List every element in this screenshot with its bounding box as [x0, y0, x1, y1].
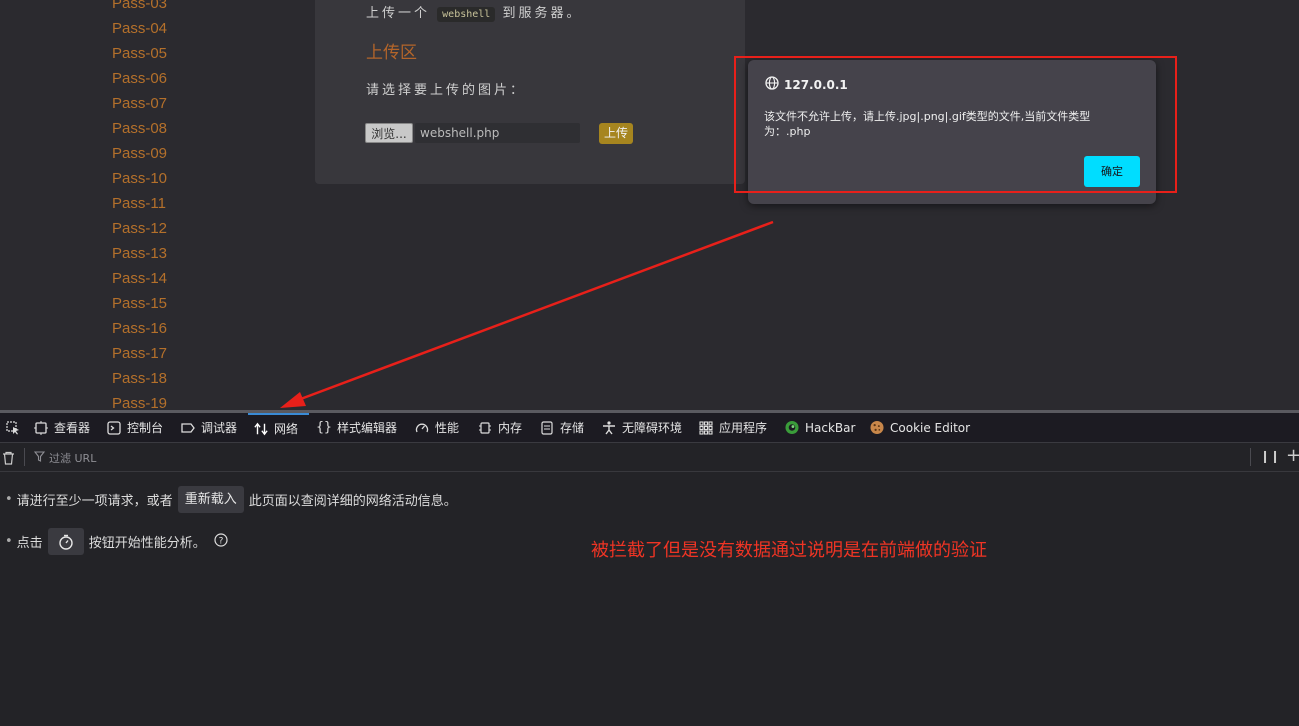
bullet: • — [5, 492, 13, 507]
filter-url-input[interactable]: 过滤 URL — [33, 450, 97, 466]
tab-label: 无障碍环境 — [622, 421, 683, 435]
pass-link[interactable]: Pass-03 — [112, 0, 167, 16]
network-arrows-icon — [254, 422, 268, 436]
tab-application[interactable]: 应用程序 — [693, 413, 773, 442]
task-description: 上传一个 webshell 到服务器。 — [366, 2, 583, 22]
filter-placeholder: 过滤 URL — [49, 452, 97, 465]
stopwatch-icon — [58, 534, 74, 550]
tab-label: HackBar — [805, 420, 856, 435]
reload-hint: • 请进行至少一项请求，或者 重新载入 此页面以查阅详细的网络活动信息。 — [5, 486, 457, 513]
tab-hackbar[interactable]: HackBar — [779, 413, 861, 442]
gauge-icon — [415, 421, 429, 435]
performance-hint: • 点击 按钮开始性能分析。 ? — [5, 528, 228, 555]
debugger-icon — [181, 421, 195, 435]
pass-link[interactable]: Pass-14 — [112, 266, 167, 291]
trash-icon[interactable] — [2, 450, 15, 469]
tab-label: 性能 — [435, 421, 460, 435]
accessibility-person-icon — [602, 420, 616, 435]
hackbar-logo-icon — [785, 420, 799, 435]
plus-icon[interactable]: + — [1286, 445, 1299, 466]
pass-link[interactable]: Pass-11 — [112, 191, 167, 216]
hint2-prefix: 点击 — [16, 536, 43, 551]
tab-label: 查看器 — [54, 421, 91, 435]
storage-icon — [540, 420, 554, 435]
hint1-suffix: 此页面以查阅详细的网络活动信息。 — [248, 494, 457, 509]
tab-accessibility[interactable]: 无障碍环境 — [596, 413, 688, 442]
upload-panel: 上传一个 webshell 到服务器。 上传区 请选择要上传的图片： 浏览...… — [315, 0, 745, 184]
alert-origin: 127.0.0.1 — [765, 76, 848, 93]
web-page: Pass-03 Pass-04 Pass-05 Pass-06 Pass-07 … — [0, 0, 1299, 412]
pass-link[interactable]: Pass-08 — [112, 116, 167, 141]
alert-message: 该文件不允许上传，请上传.jpg|.png|.gif类型的文件,当前文件类型为：… — [764, 110, 1091, 138]
pass-link[interactable]: Pass-06 — [112, 66, 167, 91]
tab-label: Cookie Editor — [890, 420, 971, 435]
divider — [1250, 448, 1251, 466]
intro-prefix: 上传一个 — [366, 6, 431, 21]
pass-sidebar: Pass-03 Pass-04 Pass-05 Pass-06 Pass-07 … — [112, 0, 167, 416]
browse-button[interactable]: 浏览... — [365, 123, 413, 143]
network-panel: • 请进行至少一项请求，或者 重新载入 此页面以查阅详细的网络活动信息。 • 点… — [0, 472, 1299, 726]
hint1-prefix: 请进行至少一项请求，或者 — [16, 494, 173, 509]
devtools-toolbar: 查看器 控制台 调试器 网络 {} 样式编辑器 性能 内存 存储 无障碍环境 应… — [0, 413, 1299, 443]
pass-link[interactable]: Pass-04 — [112, 16, 167, 41]
braces-icon: {} — [316, 420, 332, 435]
tab-label: 调试器 — [201, 421, 238, 435]
tab-performance[interactable]: 性能 — [409, 413, 465, 442]
tab-label: 应用程序 — [719, 421, 768, 435]
tab-memory[interactable]: 内存 — [472, 413, 528, 442]
pass-link[interactable]: Pass-12 — [112, 216, 167, 241]
tab-network[interactable]: 网络 — [248, 413, 309, 442]
tab-label: 存储 — [560, 421, 585, 435]
pass-link[interactable]: Pass-18 — [112, 366, 167, 391]
help-icon[interactable]: ? — [214, 532, 228, 551]
bullet: • — [5, 534, 13, 549]
annotation-text: 被拦截了但是没有数据通过说明是在前端做的验证 — [591, 540, 987, 561]
upload-section-title: 上传区 — [366, 43, 417, 63]
pass-link[interactable]: Pass-05 — [112, 41, 167, 66]
grid-apps-icon — [699, 420, 713, 435]
tab-label: 网络 — [274, 422, 299, 436]
element-picker-button[interactable] — [0, 413, 26, 442]
stopwatch-button[interactable] — [47, 528, 84, 555]
pass-link[interactable]: Pass-13 — [112, 241, 167, 266]
pass-link[interactable]: Pass-17 — [112, 341, 167, 366]
globe-icon — [765, 76, 779, 93]
hint2-suffix: 按钮开始性能分析。 — [88, 536, 206, 551]
console-icon — [107, 420, 121, 435]
tab-label: 样式编辑器 — [337, 421, 398, 435]
inspector-icon — [34, 420, 48, 435]
divider — [24, 448, 25, 466]
tab-label: 控制台 — [127, 421, 164, 435]
tab-inspector[interactable]: 查看器 — [28, 413, 96, 442]
tab-storage[interactable]: 存储 — [534, 413, 590, 442]
reload-button[interactable]: 重新载入 — [177, 486, 244, 513]
pause-icon[interactable]: ❙❙ — [1260, 449, 1280, 463]
intro-suffix: 到服务器。 — [502, 6, 583, 21]
pass-link[interactable]: Pass-09 — [112, 141, 167, 166]
cookie-icon — [870, 420, 884, 435]
tab-label: 内存 — [498, 421, 523, 435]
intro-code: webshell — [437, 7, 496, 22]
svg-text:?: ? — [218, 536, 223, 546]
tab-cookie-editor[interactable]: Cookie Editor — [864, 413, 976, 442]
picker-cursor-icon — [6, 420, 20, 435]
memory-chip-icon — [478, 421, 492, 435]
tab-console[interactable]: 控制台 — [101, 413, 169, 442]
alert-dialog: 127.0.0.1 该文件不允许上传，请上传.jpg|.png|.gif类型的文… — [748, 60, 1156, 204]
tab-style-editor[interactable]: {} 样式编辑器 — [311, 413, 403, 442]
tab-debugger[interactable]: 调试器 — [175, 413, 243, 442]
select-image-label: 请选择要上传的图片： — [366, 83, 527, 98]
file-name-field: webshell.php — [415, 123, 580, 143]
pass-link[interactable]: Pass-15 — [112, 291, 167, 316]
alert-origin-text: 127.0.0.1 — [784, 77, 848, 92]
pass-link[interactable]: Pass-07 — [112, 91, 167, 116]
pass-link[interactable]: Pass-16 — [112, 316, 167, 341]
ok-button[interactable]: 确定 — [1084, 156, 1140, 187]
funnel-icon — [33, 451, 46, 465]
network-filter-bar: 过滤 URL ❙❙ + — [0, 443, 1299, 472]
upload-button[interactable]: 上传 — [599, 123, 633, 144]
pass-link[interactable]: Pass-10 — [112, 166, 167, 191]
